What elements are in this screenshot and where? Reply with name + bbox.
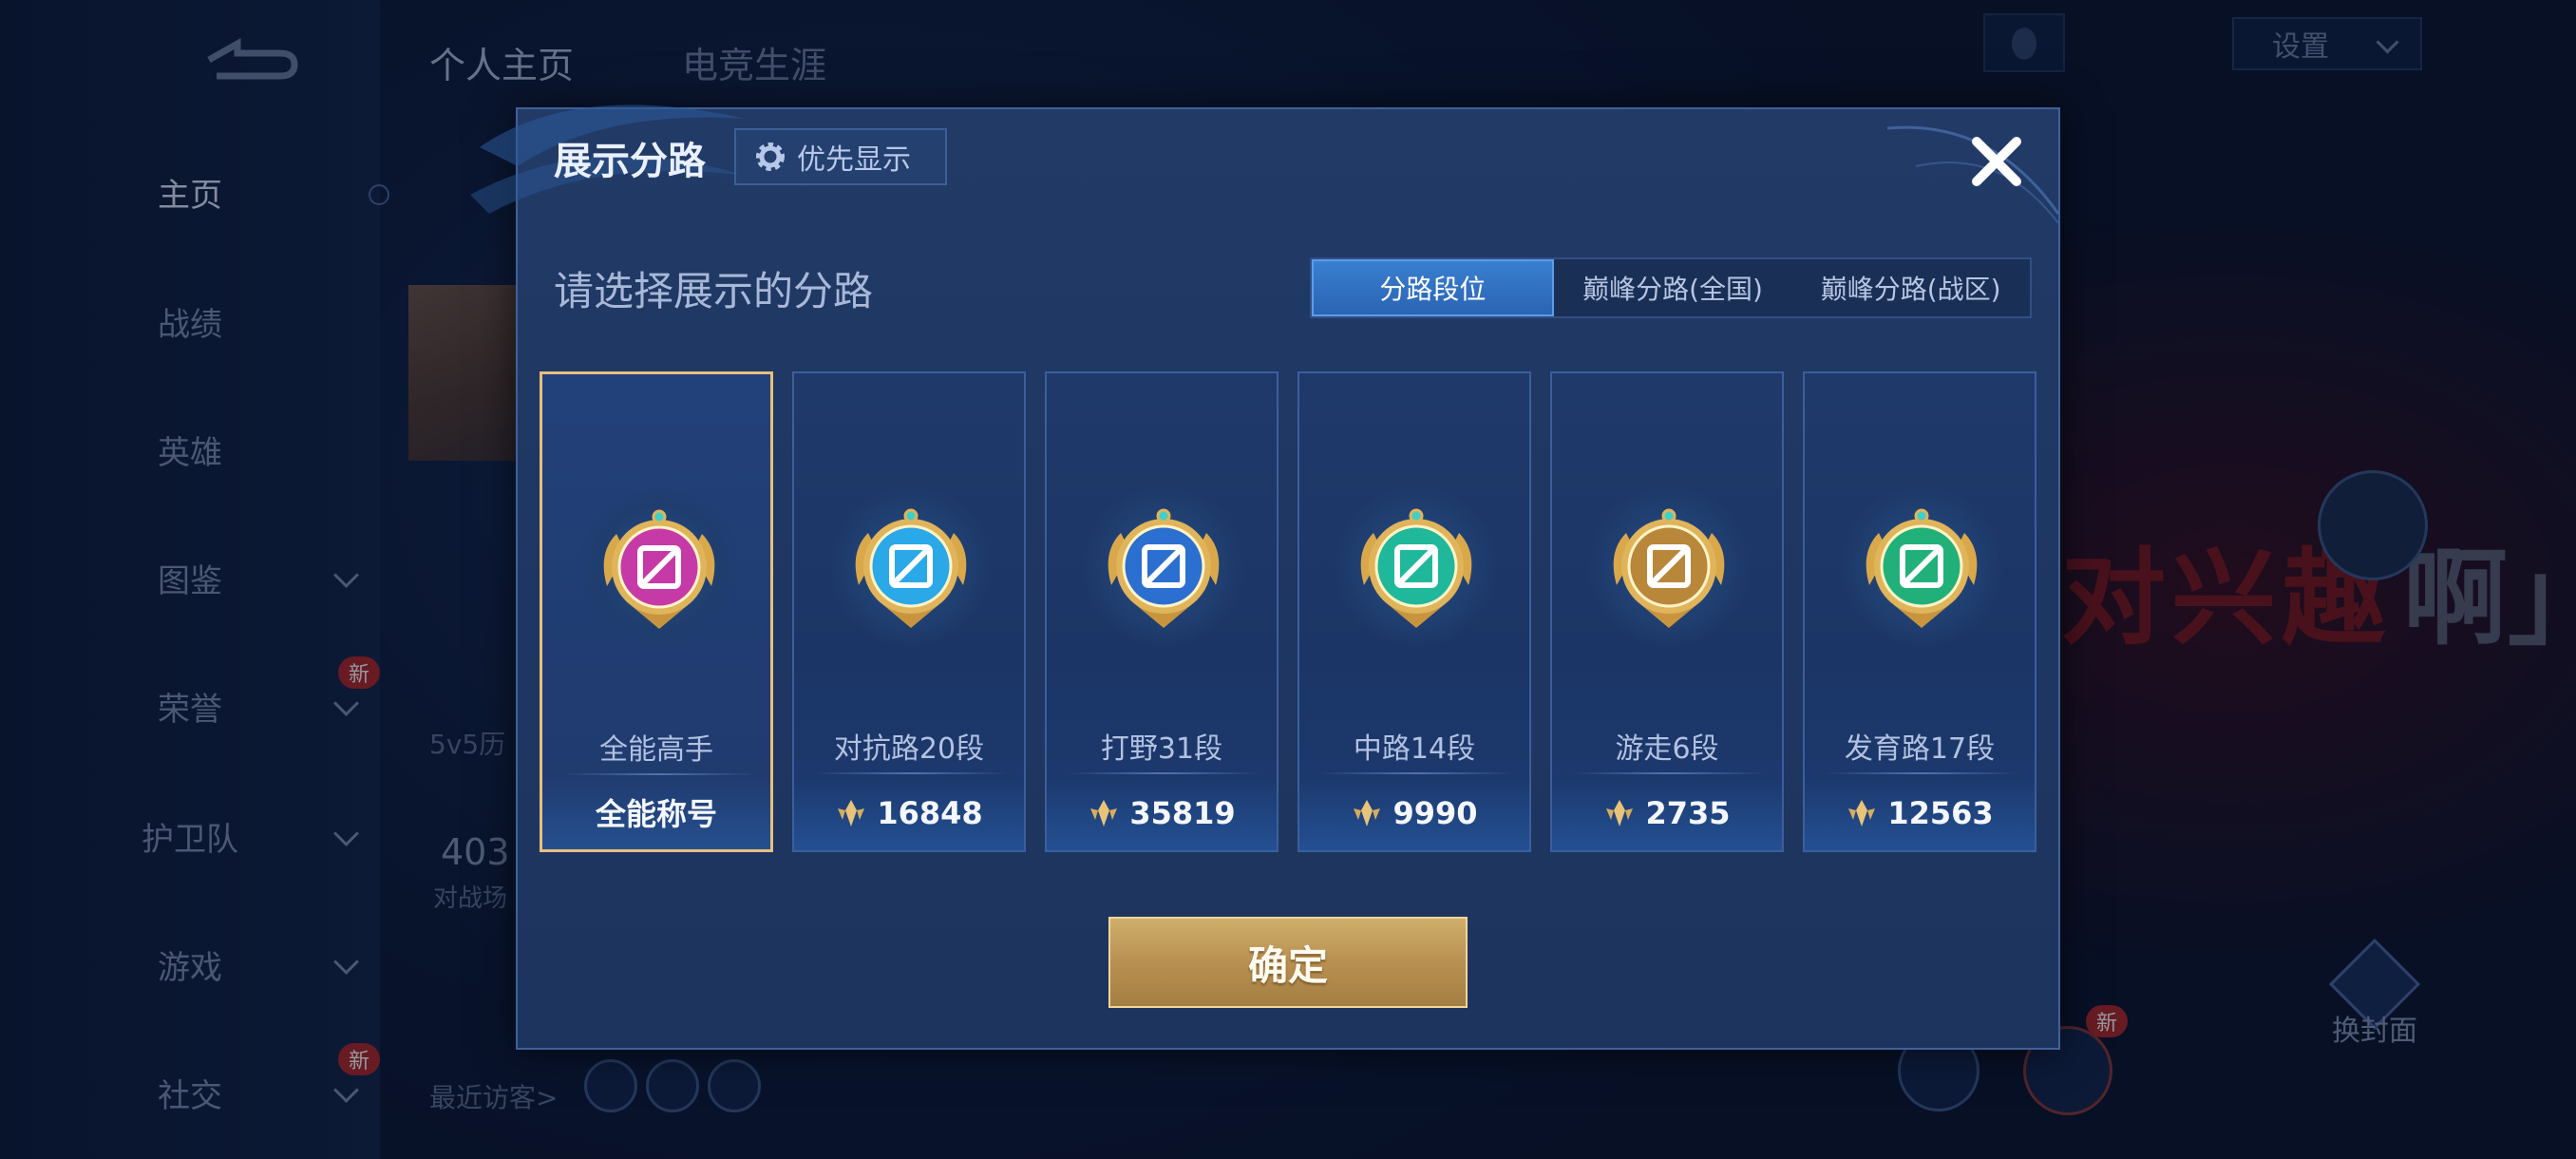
- lane-rank-label: 发育路17段: [1844, 732, 1996, 766]
- tab-peak-lane-region[interactable]: 巅峰分路(战区): [1791, 259, 2030, 316]
- lane-rank-label: 游走6段: [1615, 732, 1719, 766]
- confirm-button[interactable]: 确定: [1108, 917, 1468, 1008]
- divider: [1066, 772, 1261, 774]
- lane-score: 12563: [1805, 776, 2035, 850]
- roam-medal-icon: [1613, 508, 1725, 628]
- dialog-title: 展示分路: [554, 140, 706, 183]
- lane-rank-label: 全能高手: [599, 733, 713, 767]
- lane-score: 2735: [1552, 776, 1782, 850]
- mid-lane-medal-icon: [1360, 508, 1472, 628]
- peak-points-icon: [1090, 800, 1118, 826]
- lane-score-value: 全能称号: [595, 796, 717, 832]
- farm-lane-medal-icon: [1866, 508, 1978, 628]
- lane-score-value: 9990: [1392, 795, 1478, 831]
- lane-score-value: 12563: [1887, 795, 1994, 831]
- lane-type-tabs: 分路段位 巅峰分路(全国) 巅峰分路(战区): [1310, 257, 2032, 318]
- lane-rank-label: 打野31段: [1100, 732, 1223, 766]
- divider: [1571, 772, 1767, 774]
- tab-peak-lane-national[interactable]: 巅峰分路(全国): [1554, 259, 1792, 316]
- lane-card[interactable]: 游走6段 2735: [1550, 371, 1784, 852]
- tab-lane-rank[interactable]: 分路段位: [1312, 259, 1554, 316]
- lane-rank-label: 中路14段: [1353, 732, 1476, 766]
- dialog-subtitle: 请选择展示的分路: [554, 268, 874, 314]
- peak-points-icon: [1606, 800, 1634, 826]
- peak-points-icon: [1354, 800, 1381, 826]
- divider: [1824, 772, 2019, 774]
- lane-card[interactable]: 打野31段 35819: [1045, 371, 1279, 852]
- lane-card[interactable]: 中路14段 9990: [1297, 371, 1531, 852]
- divider: [813, 772, 1009, 774]
- all-round-medal-icon: [603, 509, 715, 629]
- priority-display-button[interactable]: 优先显示: [734, 128, 947, 185]
- divider: [1318, 772, 1514, 774]
- lane-card[interactable]: 对抗路20段 16848: [792, 371, 1026, 852]
- peak-points-icon: [838, 800, 865, 826]
- lane-rank-label: 对抗路20段: [833, 732, 985, 766]
- peak-points-icon: [1848, 800, 1876, 826]
- lane-score-value: 16848: [877, 795, 983, 831]
- lane-display-dialog: 展示分路 优先显示 请选择展示的分路 分路段位 巅峰分路(全国) 巅峰分路(战区…: [470, 104, 2060, 1050]
- gear-icon: [756, 142, 785, 171]
- lane-score-value: 2735: [1645, 795, 1731, 831]
- lane-score: 全能称号: [542, 775, 770, 849]
- clash-lane-medal-icon: [855, 508, 967, 628]
- lane-score: 16848: [794, 776, 1024, 850]
- close-icon[interactable]: [1963, 128, 2030, 195]
- lane-score-value: 35819: [1129, 795, 1236, 831]
- lane-card[interactable]: 发育路17段 12563: [1803, 371, 2036, 852]
- lane-score: 35819: [1047, 776, 1277, 850]
- lane-score: 9990: [1299, 776, 1529, 850]
- jungle-medal-icon: [1108, 508, 1220, 628]
- priority-display-label: 优先显示: [797, 143, 911, 177]
- lane-card[interactable]: 全能高手 全能称号: [540, 371, 773, 852]
